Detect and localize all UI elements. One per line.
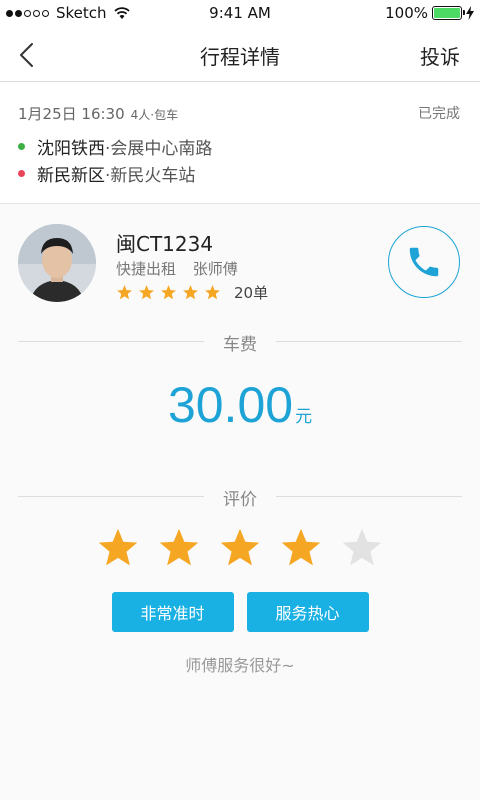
complain-button[interactable]: 投诉 — [420, 41, 460, 70]
battery-percent: 100% — [385, 4, 428, 22]
trip-passengers: 4人·包车 — [130, 108, 179, 122]
star-filled-icon[interactable] — [96, 526, 140, 570]
star-icon — [183, 285, 198, 300]
review-comment: 师傅服务很好~ — [185, 656, 295, 675]
review-tag[interactable]: 非常准时 — [111, 592, 234, 632]
star-empty-icon[interactable] — [340, 526, 384, 570]
star-icon — [117, 285, 132, 300]
driver-company: 快捷出租 张师傅 — [116, 258, 238, 279]
review-tags: 非常准时 服务热心 — [0, 592, 480, 632]
destination-detail: ·新民火车站 — [105, 166, 196, 186]
battery-icon — [432, 6, 465, 20]
origin-city: 沈阳铁西 — [37, 139, 105, 159]
destination-location: 新民新区 ·新民火车站 — [18, 161, 195, 186]
battery-status: 100% — [385, 4, 474, 22]
fare-value: 30.00 — [167, 377, 294, 433]
nav-bar: 行程详情 投诉 — [0, 28, 480, 82]
fare-label: 车费 — [223, 335, 257, 355]
license-plate: 闽CT1234 — [116, 232, 214, 256]
review-tag[interactable]: 服务热心 — [246, 592, 369, 632]
origin-location: 沈阳铁西 ·会展中心南路 — [18, 134, 212, 159]
call-driver-button[interactable] — [388, 226, 460, 298]
charging-bolt-icon — [466, 6, 474, 20]
review-divider: 评价 — [18, 486, 462, 510]
trip-meta: 1月25日 16:30 4人·包车 — [18, 103, 178, 124]
fare-unit: 元 — [295, 407, 313, 427]
company-name: 快捷出租 — [116, 260, 177, 278]
status-bar: Sketch 9:41 AM 100% — [0, 0, 480, 28]
star-filled-icon[interactable] — [279, 526, 323, 570]
order-count: 20单 — [234, 284, 269, 302]
trip-info: 1月25日 16:30 4人·包车 已完成 沈阳铁西 ·会展中心南路 新民新区 ·新民… — [0, 83, 480, 204]
driver-name: 张师傅 — [192, 260, 238, 278]
driver-rating-stars — [116, 284, 226, 301]
driver-avatar — [18, 224, 96, 302]
star-icon — [161, 285, 176, 300]
destination-dot-icon — [18, 170, 25, 177]
page-title: 行程详情 — [200, 45, 280, 69]
star-filled-icon[interactable] — [218, 526, 262, 570]
trip-datetime: 1月25日 16:30 — [18, 105, 125, 123]
origin-dot-icon — [18, 143, 25, 150]
star-icon — [139, 285, 154, 300]
fare-amount: 30.00 元 — [0, 376, 480, 434]
phone-icon — [409, 247, 439, 277]
star-filled-icon[interactable] — [157, 526, 201, 570]
trip-status: 已完成 — [418, 106, 460, 122]
star-icon — [205, 285, 220, 300]
fare-divider: 车费 — [18, 331, 462, 355]
origin-detail: ·会展中心南路 — [105, 139, 213, 159]
review-stars — [96, 526, 384, 570]
review-label: 评价 — [223, 490, 257, 510]
driver-rating: 20单 — [116, 282, 268, 303]
destination-city: 新民新区 — [37, 166, 105, 186]
